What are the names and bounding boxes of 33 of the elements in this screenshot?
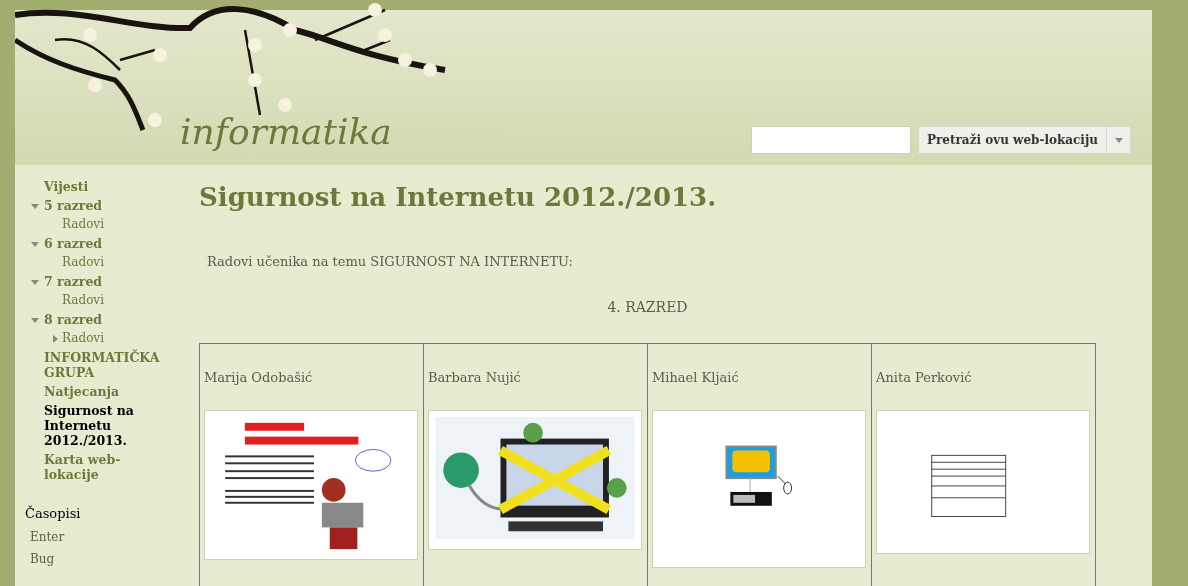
nav-sublink[interactable]: Radovi [62,293,104,308]
site-title[interactable]: informatika [180,114,392,150]
nav-sublink[interactable]: Radovi [62,217,104,232]
nav-link[interactable]: INFORMATIČKA GRUPA [44,350,164,380]
magazine-link[interactable]: Bug [30,549,199,568]
nav-link[interactable]: Natjecanja [44,384,164,399]
nav-link[interactable]: Vijesti [44,179,164,194]
nav-sublink[interactable]: Radovi [62,331,104,346]
nav-link[interactable]: 5 razred [44,198,164,213]
caret-down-icon[interactable] [30,239,39,248]
intro-text: Radovi učenika na temu SIGURNOST NA INTERNETU: [207,252,574,271]
section-heading: 4. RAZRED [606,298,689,317]
caret-down-icon[interactable] [30,277,39,286]
author-name: Barbara Nujić [428,369,522,387]
author-name: Mihael Kljaić [652,369,740,387]
page-title: Sigurnost na Internetu 2012./2013. [199,181,718,214]
author-name: Anita Perković [876,369,973,387]
magazine-link[interactable]: Enter [30,527,199,546]
nav-sublink[interactable]: Radovi [62,255,104,270]
search-scope-dropdown[interactable] [1107,126,1131,154]
caret-down-icon[interactable] [30,201,39,210]
nav-link[interactable]: Karta web-lokacije [44,452,164,482]
nav-link[interactable]: 7 razred [44,274,164,289]
caret-down-icon [1114,137,1123,143]
caret-down-icon[interactable] [30,315,39,324]
author-name: Marija Odobašić [204,369,314,387]
caret-right-icon[interactable] [51,334,59,343]
nav-link[interactable]: 8 razred [44,312,164,327]
search-button[interactable]: Pretraži ovu web-lokaciju [918,126,1107,154]
search-field[interactable] [751,126,911,154]
nav-link[interactable]: Sigurnost na Internetu 2012./2013. [44,403,164,448]
section-heading: Časopisi [25,504,82,523]
nav-link[interactable]: 6 razred [44,236,164,251]
